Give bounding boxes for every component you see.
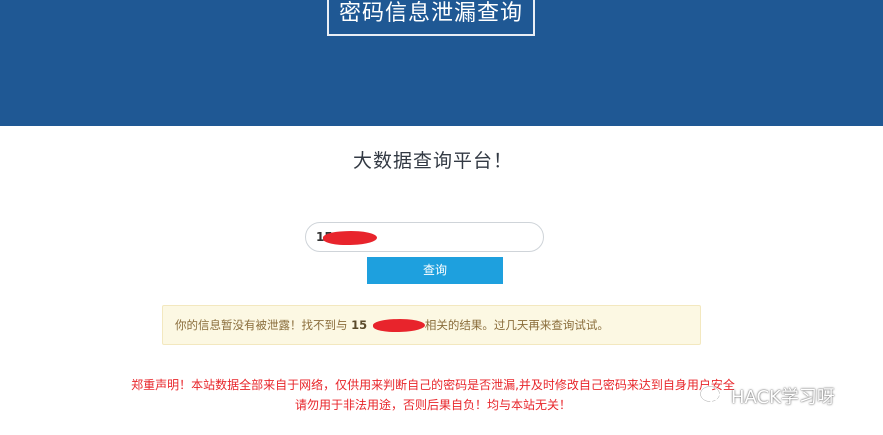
result-alert: 你的信息暂没有被泄露！找不到与 15 相关的结果。过几天再来查询试试。 — [162, 305, 701, 345]
wechat-icon — [699, 385, 726, 407]
alert-suffix: 相关的结果。过几天再来查询试试。 — [421, 318, 609, 332]
alert-prefix: 你的信息暂没有被泄露！找不到与 — [175, 318, 352, 332]
watermark-text: HACK学习呀 — [731, 387, 835, 408]
page: 密码信息泄漏查询 大数据查询平台！ 查询 你的信息暂没有被泄露！找不到与 15 … — [0, 0, 883, 435]
site-title: 密码信息泄漏查询 — [327, 0, 535, 36]
watermark: HACK学习呀 — [699, 383, 835, 409]
page-subtitle: 大数据查询平台！ — [352, 150, 513, 172]
query-button[interactable]: 查询 — [367, 257, 503, 284]
header-banner: 密码信息泄漏查询 — [0, 0, 883, 126]
alert-phone: 15 — [351, 318, 368, 332]
